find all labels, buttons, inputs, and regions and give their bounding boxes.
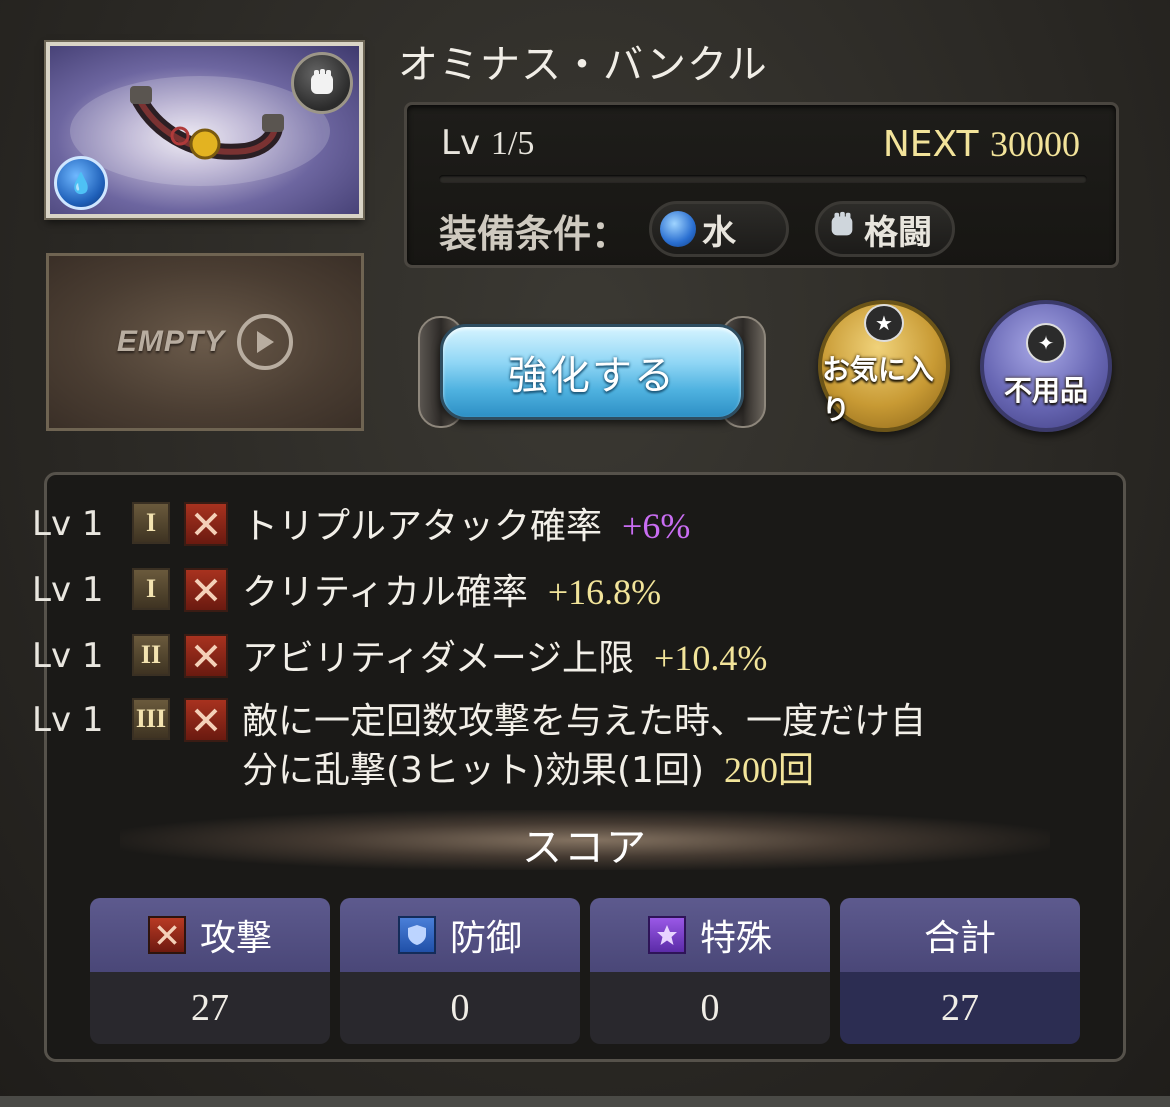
skill-value: +6% (622, 506, 691, 546)
rank-badge: I (132, 568, 170, 610)
skill-name-line2: 分に乱撃(3ヒット)効果(1回) (242, 750, 704, 791)
empty-slot[interactable]: EMPTY (46, 253, 364, 431)
condition-fist-label: 格闘 (864, 212, 932, 253)
star-icon (647, 916, 686, 954)
skill-name: クリティカル確率 (242, 572, 528, 613)
level-value: 1/5 (490, 125, 535, 162)
condition-fist: 格闘 (815, 201, 955, 257)
score-special-label: 特殊 (699, 918, 772, 959)
attack-icon (184, 568, 228, 612)
skill-level: Lv 1 (32, 504, 104, 544)
item-thumbnail[interactable]: 💧 (46, 42, 363, 218)
rank-badge: II (132, 634, 170, 676)
skill-name: トリプルアタック確率 (242, 506, 603, 547)
condition-water-label: 水 (702, 212, 736, 253)
rank-badge: I (132, 502, 170, 544)
bottom-divider (0, 1096, 1170, 1107)
rank-badge: III (132, 698, 170, 740)
upgrade-label: 強化する (440, 324, 744, 420)
unneeded-label: 不用品 (1003, 374, 1088, 407)
attack-icon (184, 698, 228, 742)
exp-bar (439, 175, 1087, 183)
play-arrow-icon (237, 314, 294, 370)
skill-row: Lv 1 I クリティカル確率 +16.8% (32, 568, 661, 617)
score-attack-value: 27 (90, 972, 330, 1044)
next-exp: NEXT 30000 (883, 123, 1080, 165)
score-defense-value: 0 (340, 972, 580, 1044)
score-total-value: 27 (840, 972, 1080, 1044)
water-drops-icon: 💧 (54, 156, 108, 210)
next-value: 30000 (990, 124, 1080, 164)
skill-value: 200回 (724, 750, 815, 790)
info-panel: Lv 1/5 NEXT 30000 装備条件： 水 格闘 (404, 102, 1119, 268)
score-total: 合計 27 (840, 898, 1080, 1044)
level-label: Lv (441, 123, 481, 163)
skill-row: Lv 1 I トリプルアタック確率 +6% (32, 502, 690, 551)
attack-icon (184, 634, 228, 678)
condition-water: 水 (649, 201, 789, 257)
level-readout: Lv 1/5 (441, 123, 534, 163)
skill-row: Lv 1 III 敵に一定回数攻撃を与えた時、一度だけ自 分に乱撃(3ヒット)効… (32, 698, 926, 795)
skill-value: +10.4% (654, 638, 768, 678)
skill-level: Lv 1 (32, 636, 104, 676)
unneeded-button[interactable]: ✦ 不用品 (980, 300, 1112, 432)
fist-icon (826, 209, 858, 250)
favorite-button[interactable]: ★ お気に入り (818, 300, 950, 432)
fist-icon (291, 52, 353, 114)
skill-name: アビリティダメージ上限 (242, 638, 635, 679)
score-special: 特殊 0 (590, 898, 830, 1044)
score-attack-label: 攻撃 (199, 918, 272, 959)
score-total-label: 合計 (923, 918, 996, 959)
score-defense: 防御 0 (340, 898, 580, 1044)
favorite-label: お気に入り (822, 353, 935, 426)
equip-condition-label: 装備条件： (439, 212, 630, 256)
shield-icon (397, 916, 436, 954)
next-label: NEXT (882, 124, 979, 165)
skill-name-line1: 敵に一定回数攻撃を与えた時、一度だけ自 (242, 701, 927, 742)
skill-row: Lv 1 II アビリティダメージ上限 +10.4% (32, 634, 767, 683)
water-orb-icon (660, 211, 696, 247)
score-attack: 攻撃 27 (90, 898, 330, 1044)
skill-value: +16.8% (547, 572, 662, 612)
star-icon: ★ (864, 304, 904, 342)
item-name: オミナス・バンクル (398, 42, 768, 88)
attack-icon (147, 916, 186, 954)
sparkle-icon: ✦ (1026, 323, 1066, 363)
skill-level: Lv 1 (32, 700, 104, 740)
skill-level: Lv 1 (32, 570, 104, 610)
attack-icon (184, 502, 228, 546)
score-special-value: 0 (590, 972, 830, 1044)
score-title: スコア (522, 825, 648, 871)
upgrade-button[interactable]: 強化する (418, 314, 766, 432)
score-defense-label: 防御 (449, 918, 522, 959)
empty-label: EMPTY (116, 325, 226, 358)
